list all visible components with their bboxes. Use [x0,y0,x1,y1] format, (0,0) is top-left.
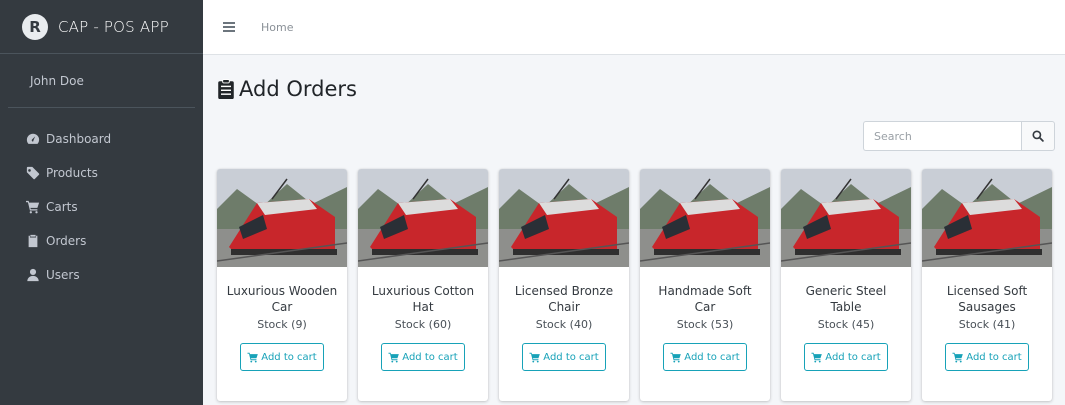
cart-icon [952,352,964,363]
product-card: Luxurious Cotton Hat Stock (60) Add to c… [358,169,488,401]
product-image [358,169,488,267]
add-to-cart-button[interactable]: Add to cart [240,343,324,371]
brand-name: CAP - POS APP [58,17,169,36]
product-card: Luxurious Wooden Car Stock (9) Add to ca… [217,169,347,401]
product-name: Licensed Bronze Chair [514,284,614,314]
product-image [922,169,1052,267]
product-stock: Stock (40) [535,318,593,331]
add-to-cart-label: Add to cart [684,351,740,363]
search-button[interactable] [1021,121,1055,151]
sidebar-item-dashboard[interactable]: Dashboard [0,122,203,156]
sidebar-nav: Dashboard Products Carts Orders Users [0,108,203,292]
menu-toggle-icon[interactable] [223,22,235,32]
page-title: Add Orders [217,77,357,101]
home-link[interactable]: Home [261,21,293,34]
sidebar-item-users[interactable]: Users [0,258,203,292]
product-stock: Stock (45) [817,318,875,331]
add-to-cart-button[interactable]: Add to cart [945,343,1029,371]
search-icon [1032,130,1044,142]
product-name: Handmade Soft Car [658,284,752,314]
add-to-cart-label: Add to cart [261,351,317,363]
add-to-cart-label: Add to cart [543,351,599,363]
product-image [499,169,629,267]
clipboard-icon [26,234,40,248]
add-to-cart-button[interactable]: Add to cart [663,343,747,371]
product-name: Luxurious Cotton Hat [371,284,475,314]
product-image [640,169,770,267]
add-to-cart-label: Add to cart [966,351,1022,363]
product-name: Licensed Soft Sausages [946,284,1028,314]
tag-icon [26,166,40,180]
tachometer-icon [26,132,40,146]
add-to-cart-button[interactable]: Add to cart [381,343,465,371]
product-card: Licensed Soft Sausages Stock (41) Add to… [922,169,1052,401]
search-input[interactable] [863,121,1021,151]
sidebar-item-label: Carts [46,200,78,214]
user-panel[interactable]: John Doe [8,54,195,108]
sidebar-item-orders[interactable]: Orders [0,224,203,258]
cart-icon [26,200,40,214]
main-content: Add Orders Luxurious Wooden Car Stock (9… [203,55,1065,405]
product-stock: Stock (9) [257,318,307,331]
sidebar-item-products[interactable]: Products [0,156,203,190]
product-image [217,169,347,267]
product-stock: Stock (60) [394,318,452,331]
add-to-cart-button[interactable]: Add to cart [522,343,606,371]
add-to-cart-button[interactable]: Add to cart [804,343,888,371]
search-group [863,121,1055,151]
page-title-text: Add Orders [239,77,357,101]
cart-icon [811,352,823,363]
cart-icon [670,352,682,363]
cart-icon [388,352,400,363]
top-navbar: Home [203,0,1065,55]
cart-icon [529,352,541,363]
sidebar-item-label: Dashboard [46,132,112,146]
product-name: Generic Steel Table [805,284,887,314]
brand-link[interactable]: R CAP - POS APP [0,0,203,54]
user-name[interactable]: John Doe [30,74,84,88]
sidebar-item-carts[interactable]: Carts [0,190,203,224]
product-stock: Stock (53) [676,318,734,331]
brand-logo: R [22,13,48,40]
add-to-cart-label: Add to cart [402,351,458,363]
add-to-cart-label: Add to cart [825,351,881,363]
product-stock: Stock (41) [958,318,1016,331]
product-card: Licensed Bronze Chair Stock (40) Add to … [499,169,629,401]
product-image [781,169,911,267]
product-card: Handmade Soft Car Stock (53) Add to cart [640,169,770,401]
sidebar-item-label: Products [46,166,98,180]
clipboard-list-icon [218,79,234,99]
sidebar-item-label: Users [46,268,80,282]
sidebar: R CAP - POS APP John Doe Dashboard Produ… [0,0,203,405]
product-name: Luxurious Wooden Car [226,284,338,314]
user-icon [26,268,40,282]
cart-icon [247,352,259,363]
sidebar-item-label: Orders [46,234,87,248]
product-grid: Luxurious Wooden Car Stock (9) Add to ca… [217,169,1052,401]
product-card: Generic Steel Table Stock (45) Add to ca… [781,169,911,401]
